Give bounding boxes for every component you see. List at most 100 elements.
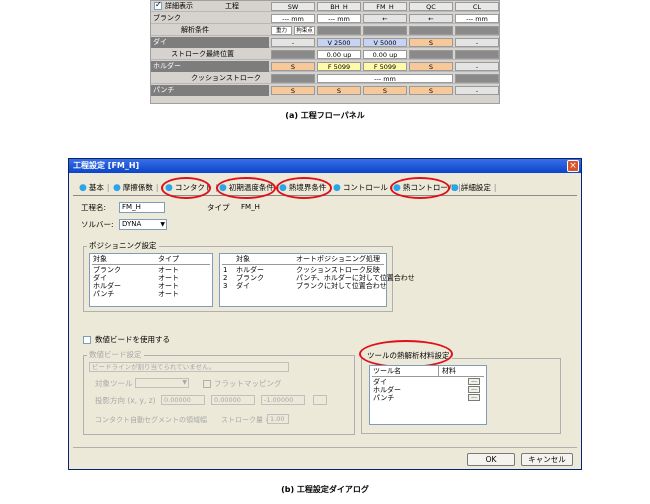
- tab-control[interactable]: ● コントロール |: [333, 181, 393, 195]
- stroke-input[interactable]: 1.00: [267, 414, 289, 424]
- type-value: FM_H: [241, 203, 260, 211]
- cushion-stroke-row: クッションストローク --- mm: [151, 73, 499, 84]
- contact-segment-label: コンタクト自動セグメントの領域幅: [95, 416, 207, 424]
- cell[interactable]: V 5000: [363, 38, 407, 47]
- die-material-button[interactable]: ...: [468, 378, 480, 385]
- list-item: パンチ: [93, 290, 115, 298]
- column-header[interactable]: FM_H: [363, 2, 407, 11]
- cell[interactable]: ←: [363, 14, 407, 23]
- holder-material-button[interactable]: ...: [468, 386, 480, 393]
- list-header: 対象: [93, 255, 107, 263]
- cell[interactable]: 0.00 up: [317, 50, 361, 59]
- target-tool-select[interactable]: ▼: [135, 378, 189, 388]
- close-button[interactable]: ×: [567, 160, 579, 172]
- cell[interactable]: S: [409, 38, 453, 47]
- flat-mapping-checkbox[interactable]: [203, 380, 211, 388]
- positioning-left-list[interactable]: 対象 タイプ ブランク オート ダイ オート ホルダー オート パンチ オート: [89, 253, 213, 307]
- chevron-down-icon[interactable]: ▼: [160, 220, 165, 229]
- holder-row: ホルダー S F 5099 F 5099 S -: [151, 61, 499, 72]
- positioning-group-label: ポジショニング設定: [87, 241, 159, 251]
- drawbead-note: ビードラインが割り当てられていません。: [89, 362, 289, 372]
- detail-checkbox-label: 詳細表示: [165, 2, 193, 10]
- blank-row: ブランク --- mm --- mm ← ← --- mm: [151, 13, 499, 24]
- row-label: パンチ: [151, 85, 269, 96]
- cell[interactable]: ←: [409, 14, 453, 23]
- cell[interactable]: F 5099: [363, 62, 407, 71]
- projection-pick-button[interactable]: [313, 395, 327, 405]
- list-item: 2: [223, 274, 228, 282]
- cell[interactable]: --- mm: [455, 14, 499, 23]
- solver-label: ソルバー:: [81, 220, 114, 229]
- list-item: ホルダー: [93, 282, 121, 290]
- row-label: 解析条件: [181, 26, 209, 34]
- cell[interactable]: S: [317, 86, 361, 95]
- cell: [363, 26, 407, 35]
- thermal-material-list[interactable]: ツール名 材料 ダイ ホルダー パンチ ... ... ...: [369, 365, 487, 425]
- process-name-input[interactable]: FM_H: [119, 202, 165, 213]
- list-item: ダイ: [236, 282, 250, 290]
- drawbead-checkbox[interactable]: [83, 336, 91, 344]
- cell[interactable]: 0.00 up: [363, 50, 407, 59]
- punch-material-button[interactable]: ...: [468, 394, 480, 401]
- list-header: タイプ: [158, 255, 179, 263]
- ok-button[interactable]: OK: [467, 453, 515, 466]
- constraint-button[interactable]: 拘束点: [294, 26, 315, 35]
- list-item: オート: [158, 282, 179, 290]
- highlight-oval: [359, 340, 453, 368]
- cell: [455, 74, 499, 83]
- cell[interactable]: V 2500: [317, 38, 361, 47]
- process-settings-dialog: 工程設定 [FM_H] × ● 基本 | ● 摩擦係数 | ● コンタクト | ● 初期温度条…: [68, 158, 582, 470]
- cushion-stroke-value[interactable]: --- mm: [317, 74, 453, 83]
- detail-checkbox[interactable]: ✓: [154, 0, 162, 10]
- cell[interactable]: --- mm: [317, 14, 361, 23]
- list-item: ブランクに対して位置合わせ: [296, 282, 387, 290]
- cell[interactable]: --- mm: [271, 14, 315, 23]
- process-name-label: 工程名:: [81, 203, 107, 212]
- list-item: ホルダー: [373, 386, 401, 394]
- cancel-button[interactable]: キャンセル: [521, 453, 573, 466]
- analysis-condition-row: 解析条件 重力 拘束点: [151, 25, 499, 36]
- cell[interactable]: S: [363, 86, 407, 95]
- column-header[interactable]: QC: [409, 2, 453, 11]
- column-header[interactable]: SW: [271, 2, 315, 11]
- cell[interactable]: F 5099: [317, 62, 361, 71]
- cell[interactable]: -: [455, 38, 499, 47]
- tab-friction[interactable]: ● 摩擦係数 |: [113, 181, 158, 195]
- proj-z-input[interactable]: -1.00000: [261, 395, 305, 405]
- list-item: オート: [158, 290, 179, 298]
- column-header[interactable]: BH_H: [317, 2, 361, 11]
- punch-row: パンチ S S S S -: [151, 85, 499, 96]
- tab-advanced[interactable]: ● 詳細設定 |: [451, 181, 496, 195]
- column-header[interactable]: CL: [455, 2, 499, 11]
- cell[interactable]: S: [271, 86, 315, 95]
- process-header-label: 工程: [225, 2, 239, 10]
- list-item: 3: [223, 282, 228, 290]
- cell[interactable]: S: [409, 86, 453, 95]
- caption-b: (b) 工程設定ダイアログ: [281, 485, 369, 494]
- cell[interactable]: -: [455, 86, 499, 95]
- tab-basic[interactable]: ● 基本 |: [79, 181, 109, 195]
- positioning-right-list[interactable]: 対象 オートポジショニング処理 1 ホルダー クッションストローク反映 2 ブラ…: [219, 253, 415, 307]
- proj-x-input[interactable]: 0.00000: [161, 395, 205, 405]
- cell[interactable]: -: [455, 62, 499, 71]
- cell[interactable]: -: [271, 38, 315, 47]
- list-item: ホルダー: [236, 266, 264, 274]
- row-label: ストローク最終位置: [171, 50, 234, 58]
- row-label: クッションストローク: [191, 74, 261, 82]
- list-item: パンチ: [373, 394, 395, 402]
- list-item: ダイ: [373, 378, 387, 386]
- list-item: パンチ、ホルダーに対して位置合わせ: [296, 274, 415, 282]
- gravity-button[interactable]: 重力: [271, 26, 292, 35]
- dialog-title: 工程設定 [FM_H]: [73, 161, 140, 170]
- cell: [409, 50, 453, 59]
- solver-select[interactable]: DYNA ▼: [119, 219, 167, 230]
- dialog-titlebar[interactable]: 工程設定 [FM_H]: [69, 159, 581, 173]
- list-item: ブランク: [236, 274, 264, 282]
- target-tool-label: 対象ツール: [95, 379, 133, 388]
- cell[interactable]: S: [409, 62, 453, 71]
- stroke-label: ストローク量 =: [221, 416, 272, 424]
- list-item: オート: [158, 274, 179, 282]
- tab-dot-icon: ●: [451, 183, 459, 193]
- proj-y-input[interactable]: 0.00000: [211, 395, 255, 405]
- cell[interactable]: S: [271, 62, 315, 71]
